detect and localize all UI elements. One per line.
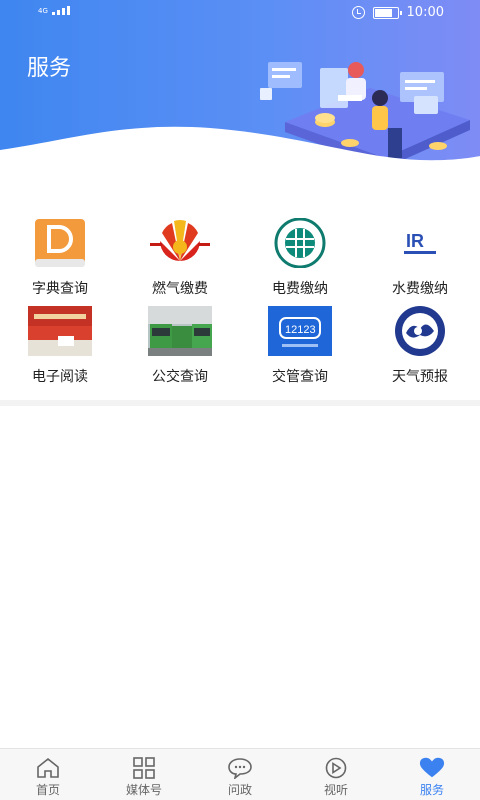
service-weather-forecast[interactable]: 天气预报 [360,306,480,386]
bus-icon [148,306,212,356]
play-icon [323,757,349,779]
nav-label: 首页 [35,783,60,797]
battery-level [374,8,392,17]
nav-label: 媒体号 [125,783,162,797]
state-grid-icon [268,218,332,268]
service-water-payment[interactable]: IR 水费缴纳 [360,218,480,298]
svg-text:12123: 12123 [285,324,316,336]
section-divider [0,400,480,406]
service-label: 燃气缴费 [152,281,208,297]
nav-media[interactable]: 媒体号 [96,749,192,800]
bottom-nav: 首页 媒体号 问政 视听 服务 [0,748,480,800]
service-e-reading[interactable]: 电子阅读 [0,306,120,386]
dictionary-icon [28,218,92,268]
service-label: 交管查询 [272,369,328,385]
service-label: 电费缴纳 [272,281,328,297]
signal-bar [61,8,65,15]
library-icon [28,306,92,356]
nav-inquiry[interactable]: 问政 [192,749,288,800]
status-time: 10:00 [406,5,444,20]
chat-icon [227,757,253,779]
network-label: 4G [38,7,48,15]
svg-text:IR: IR [406,231,424,251]
nav-label: 服务 [419,783,444,797]
nav-label: 视听 [323,783,348,797]
signal-indicator: 4G [38,6,70,15]
nav-home[interactable]: 首页 [0,749,96,800]
grid-icon [131,757,157,779]
service-grid: 字典查询 燃气缴费 电费缴纳 IR 水费缴纳 电子阅读 公交查询 12123 交… [0,218,480,386]
service-gas-payment[interactable]: 燃气缴费 [120,218,240,298]
battery-icon [372,6,402,19]
service-dictionary[interactable]: 字典查询 [0,218,120,298]
traffic-12123-icon: 12123 [268,306,332,356]
status-bar: 4G 10:00 [0,0,480,28]
weather-icon [388,306,452,356]
service-label: 字典查询 [32,281,88,297]
service-label: 公交查询 [152,369,208,385]
nav-video[interactable]: 视听 [288,749,384,800]
water-company-icon: IR [388,218,452,268]
service-label: 天气预报 [392,369,448,385]
page-title: 服务 [27,56,72,81]
signal-bar [51,12,55,15]
screen: 服务 4G 10:00 字典查询 燃气缴费 电费缴纳 IR 水费缴纳 电子阅读 … [0,0,480,800]
nav-label: 问政 [227,783,252,797]
service-electricity-payment[interactable]: 电费缴纳 [240,218,360,298]
service-traffic-query[interactable]: 12123 交管查询 [240,306,360,386]
service-label: 电子阅读 [32,369,88,385]
service-label: 水费缴纳 [392,281,448,297]
signal-bar [56,10,60,15]
alarm-icon [351,6,365,19]
service-bus-query[interactable]: 公交查询 [120,306,240,386]
heart-icon [419,757,445,779]
home-icon [35,757,61,779]
nav-service[interactable]: 服务 [384,749,480,800]
petrochina-gas-icon [148,218,212,268]
signal-bar [66,6,70,15]
